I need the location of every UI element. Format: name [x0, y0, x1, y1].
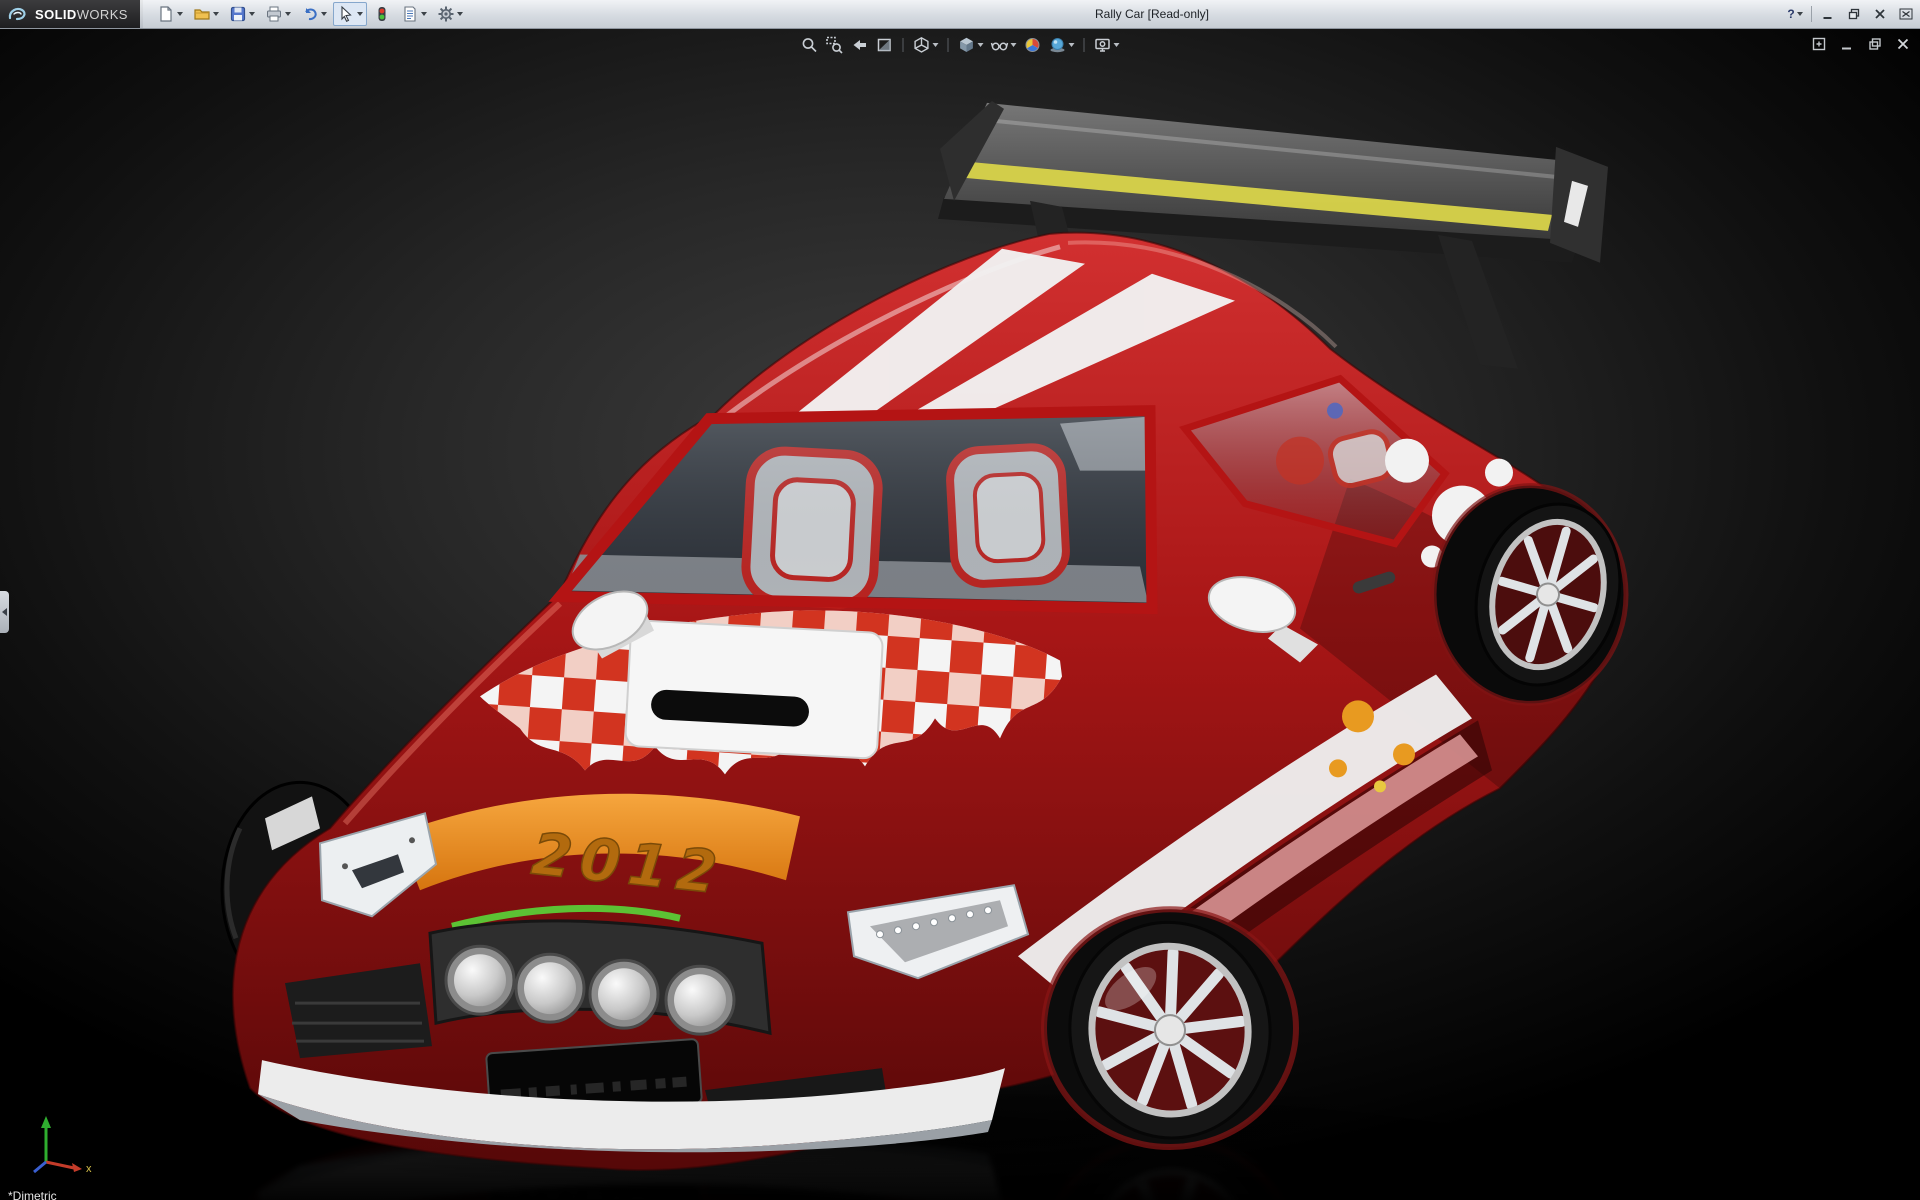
view-settings-button[interactable] [1092, 35, 1122, 55]
select-button[interactable] [333, 2, 367, 26]
restore-document-icon [1868, 37, 1882, 51]
hide-show-items-button[interactable] [989, 35, 1019, 55]
save-button[interactable] [225, 2, 259, 26]
help-glyph: ? [1787, 7, 1794, 21]
file-properties-icon [401, 5, 419, 23]
open-folder-icon [193, 5, 211, 23]
view-orientation-button[interactable] [911, 35, 941, 55]
previous-view-button[interactable] [849, 35, 871, 55]
minimize-button[interactable] [1818, 4, 1838, 24]
minimize-document-icon [1840, 37, 1854, 51]
close-icon [1874, 8, 1886, 20]
dropdown-caret-icon [321, 12, 327, 16]
collapse-arrow-icon [2, 608, 7, 616]
minimize-icon [1822, 8, 1834, 20]
window-controls: ? [1785, 0, 1916, 28]
section-view-button[interactable] [874, 35, 896, 55]
view-orientation-cube-icon [913, 36, 931, 54]
new-document-icon [157, 5, 175, 23]
dropdown-caret-icon [978, 43, 984, 47]
dropdown-caret-icon [357, 12, 363, 16]
solidworks-logo: SOLIDWORKS [0, 0, 140, 28]
window-menu-icon[interactable] [1896, 4, 1916, 24]
zoom-to-area-icon [826, 36, 844, 54]
model-view: 2012 [0, 29, 1920, 1200]
edit-appearance-ball-icon [1024, 36, 1042, 54]
main-toolbar [153, 2, 467, 26]
titlebar: SOLIDWORKS [0, 0, 1920, 29]
heads-up-view-toolbar [799, 35, 1122, 55]
graphics-area[interactable]: 2012 [0, 29, 1920, 1200]
toolbar-separator [1084, 38, 1085, 52]
triad-y-axis [41, 1116, 51, 1128]
toolbar-separator [903, 38, 904, 52]
edit-appearance-button[interactable] [1022, 35, 1044, 55]
select-arrow-icon [337, 5, 355, 23]
close-document-icon [1896, 37, 1910, 51]
rebuild-button[interactable] [369, 2, 395, 26]
rebuild-icon [373, 5, 391, 23]
zoom-to-area-button[interactable] [824, 35, 846, 55]
undo-icon [301, 5, 319, 23]
apply-scene-icon [1049, 36, 1067, 54]
triad-z-axis [34, 1162, 46, 1172]
new-document-button[interactable] [153, 2, 187, 26]
dropdown-caret-icon [457, 12, 463, 16]
fit-window-icon [1812, 37, 1826, 51]
dropdown-caret-icon [1114, 43, 1120, 47]
triad-x-axis [72, 1163, 82, 1172]
close-document-button[interactable] [1894, 35, 1912, 53]
section-view-icon [876, 36, 894, 54]
undo-button[interactable] [297, 2, 331, 26]
close-button[interactable] [1870, 4, 1890, 24]
fit-window-button[interactable] [1810, 35, 1828, 53]
print-button[interactable] [261, 2, 295, 26]
brand-text: SOLIDWORKS [35, 7, 128, 22]
hide-show-glasses-icon [991, 36, 1009, 54]
options-gear-icon [437, 5, 455, 23]
dropdown-caret-icon [421, 12, 427, 16]
zoom-to-fit-button[interactable] [799, 35, 821, 55]
display-style-icon [958, 36, 976, 54]
help-button[interactable]: ? [1785, 4, 1805, 24]
brand-light: WORKS [77, 7, 128, 22]
restore-icon [1848, 8, 1860, 20]
dropdown-caret-icon [1797, 12, 1803, 16]
window-title: Rally Car [Read-only] [1095, 7, 1209, 21]
dropdown-caret-icon [1011, 43, 1017, 47]
solidworks-window: SOLIDWORKS [0, 0, 1920, 1200]
save-icon [229, 5, 247, 23]
document-window-controls [1810, 35, 1912, 53]
restore-button[interactable] [1844, 4, 1864, 24]
options-button[interactable] [433, 2, 467, 26]
view-orientation-label: *Dimetric [8, 1189, 57, 1200]
reference-triad: x [26, 1110, 104, 1176]
logo-separator [140, 0, 143, 28]
display-style-button[interactable] [956, 35, 986, 55]
zoom-to-fit-icon [801, 36, 819, 54]
dropdown-caret-icon [1069, 43, 1075, 47]
rally-car-model[interactable] [222, 101, 1641, 1196]
layout-grid-icon [1899, 8, 1913, 20]
open-button[interactable] [189, 2, 223, 26]
minimize-document-button[interactable] [1838, 35, 1856, 53]
dropdown-caret-icon [285, 12, 291, 16]
restore-document-button[interactable] [1866, 35, 1884, 53]
brand-bold: SOLID [35, 7, 77, 22]
print-icon [265, 5, 283, 23]
file-properties-button[interactable] [397, 2, 431, 26]
toolbar-separator [948, 38, 949, 52]
dropdown-caret-icon [249, 12, 255, 16]
panel-collapse-tab[interactable] [0, 591, 9, 633]
view-settings-icon [1094, 36, 1112, 54]
controls-separator [1811, 6, 1812, 22]
dropdown-caret-icon [213, 12, 219, 16]
3ds-logo-icon [6, 5, 30, 23]
dropdown-caret-icon [177, 12, 183, 16]
apply-scene-button[interactable] [1047, 35, 1077, 55]
previous-view-icon [851, 36, 869, 54]
dropdown-caret-icon [933, 43, 939, 47]
triad-x-label: x [86, 1163, 92, 1175]
